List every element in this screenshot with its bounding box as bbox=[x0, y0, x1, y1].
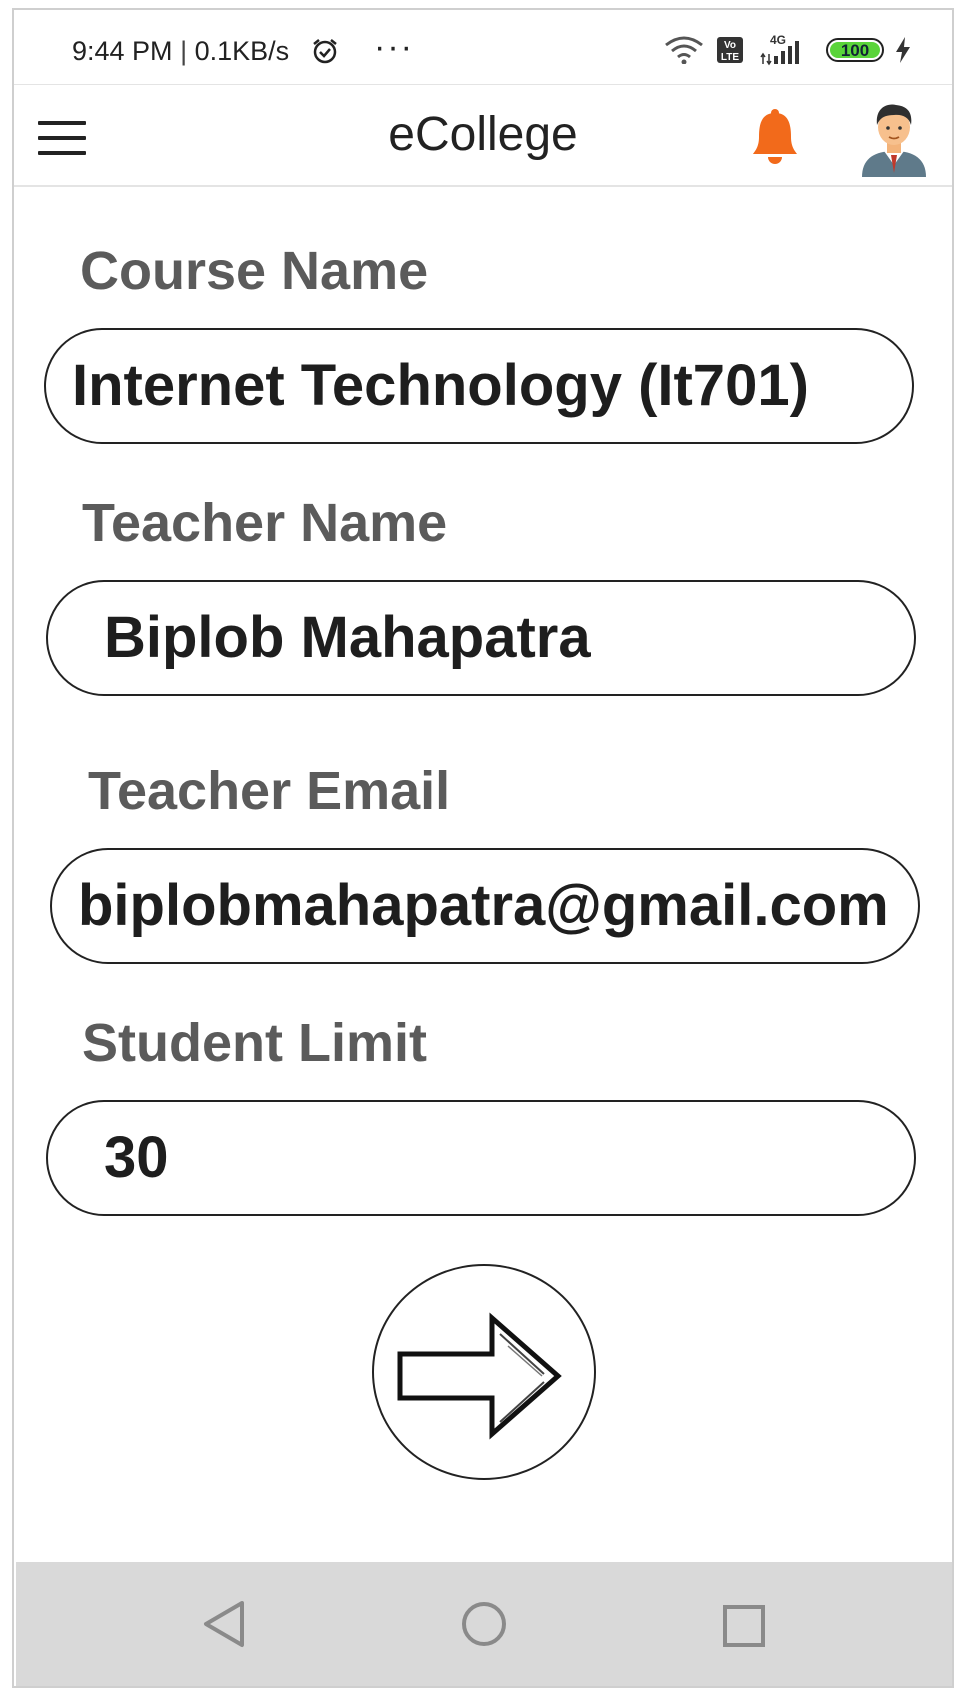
course-name-label: Course Name bbox=[80, 241, 429, 301]
clock-time: 9:44 PM bbox=[72, 36, 173, 66]
status-bar: 9:44 PM | 0.1KB/s ··· Vo LTE 4G 100 bbox=[14, 10, 952, 82]
teacher-email-label: Teacher Email bbox=[88, 761, 451, 821]
student-limit-field[interactable]: 30 bbox=[46, 1100, 916, 1216]
status-separator: | bbox=[180, 36, 188, 66]
status-time-group: 9:44 PM | 0.1KB/s bbox=[72, 36, 289, 67]
user-avatar-icon[interactable] bbox=[860, 97, 928, 182]
home-circle-icon[interactable] bbox=[460, 1600, 508, 1653]
signal-icon: 4G bbox=[760, 32, 810, 71]
charging-icon bbox=[894, 36, 912, 69]
notification-bell-icon[interactable] bbox=[750, 107, 800, 172]
app-bar: eCollege bbox=[14, 84, 952, 187]
alarm-icon bbox=[311, 37, 339, 70]
recents-square-icon[interactable] bbox=[722, 1604, 766, 1653]
svg-text:4G: 4G bbox=[770, 33, 786, 47]
teacher-name-field[interactable]: Biplob Mahapatra bbox=[46, 580, 916, 696]
more-dots: ··· bbox=[374, 28, 414, 66]
app-screen: 9:44 PM | 0.1KB/s ··· Vo LTE 4G 100 eCol… bbox=[12, 8, 954, 1688]
course-name-field[interactable]: Internet Technology (It701) bbox=[44, 328, 914, 444]
svg-text:Vo: Vo bbox=[724, 40, 736, 51]
volte-icon: Vo LTE bbox=[716, 36, 744, 69]
app-title: eCollege bbox=[388, 108, 578, 161]
back-triangle-icon[interactable] bbox=[202, 1600, 246, 1653]
battery-icon: 100 bbox=[826, 38, 884, 62]
wifi-icon bbox=[664, 36, 704, 69]
svg-text:LTE: LTE bbox=[721, 52, 739, 63]
teacher-name-label: Teacher Name bbox=[82, 493, 448, 553]
network-speed: 0.1KB/s bbox=[194, 36, 290, 66]
battery-level: 100 bbox=[830, 42, 880, 59]
teacher-email-field[interactable]: biplobmahapatra@gmail.com bbox=[50, 848, 920, 964]
next-button[interactable] bbox=[372, 1264, 596, 1480]
arrow-right-icon bbox=[397, 1312, 562, 1440]
student-limit-label: Student Limit bbox=[82, 1013, 427, 1073]
system-nav-bar bbox=[16, 1562, 952, 1686]
